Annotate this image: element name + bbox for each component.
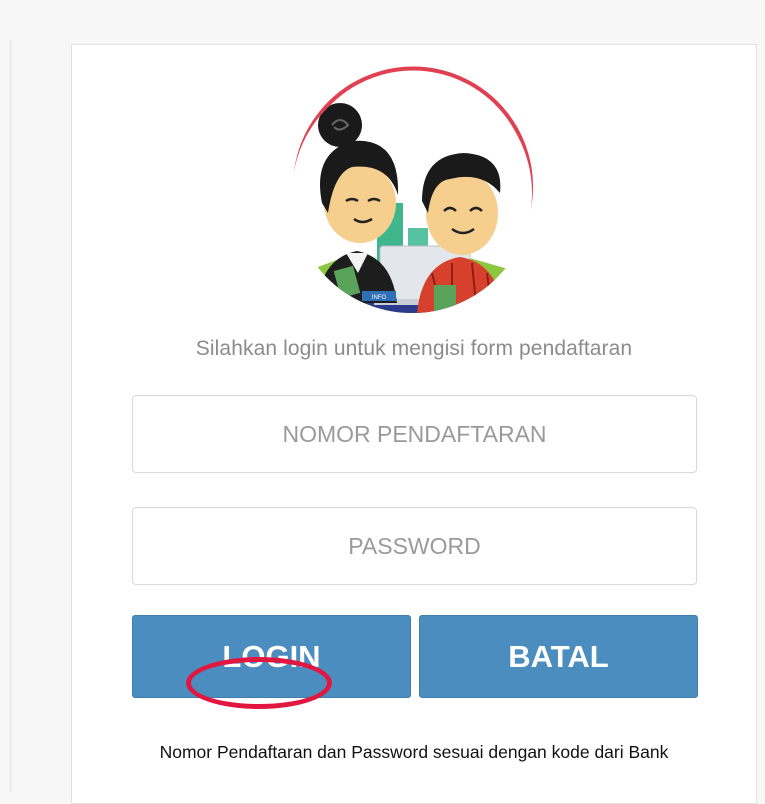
login-button-label: LOGIN	[222, 638, 321, 674]
credentials-note: Nomor Pendaftaran dan Password sesuai de…	[159, 742, 669, 762]
login-instruction: Silahkan login untuk mengisi form pendaf…	[195, 337, 633, 360]
batal-button-label: BATAL	[508, 638, 609, 674]
batal-button[interactable]: BATAL	[419, 615, 698, 698]
nomor-pendaftaran-input[interactable]	[132, 395, 697, 473]
password-input[interactable]	[132, 507, 697, 585]
login-illustration: INFO	[292, 66, 533, 313]
login-button[interactable]: LOGIN	[132, 615, 411, 698]
desk-sign-text: INFO	[372, 295, 387, 301]
left-panel-edge	[0, 40, 11, 792]
login-card: INFO Silahkan login untuk mengisi form p…	[71, 44, 757, 804]
